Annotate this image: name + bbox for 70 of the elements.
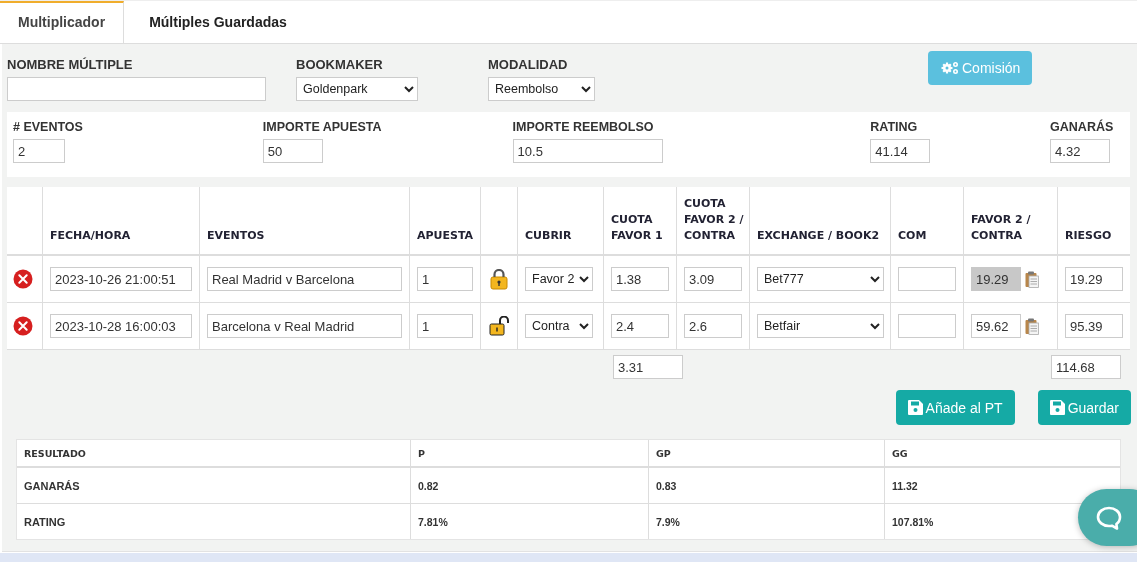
tab[interactable]: Multiplicador: [0, 1, 125, 43]
field-label: RATING: [870, 120, 919, 136]
table-cell: 107.81%: [892, 515, 934, 528]
column-header: CUOTA FAVOR 2 / CONTRA: [684, 196, 745, 244]
select-field[interactable]: Contra: [525, 314, 593, 338]
input-field[interactable]: 114.68: [1051, 355, 1121, 379]
column-header: EVENTOS: [207, 228, 265, 244]
field-label: BOOKMAKER: [296, 57, 384, 74]
input-field[interactable]: [898, 314, 956, 338]
input-field[interactable]: 1.38: [611, 267, 669, 291]
column-header: CUOTA FAVOR 1: [611, 212, 664, 244]
unlocked-lock-icon[interactable]: [489, 315, 509, 337]
chat-button[interactable]: [1078, 489, 1137, 546]
column-header: CUBRIR: [525, 228, 572, 244]
gears-icon: [941, 61, 959, 75]
select-field[interactable]: Reembolso: [488, 77, 595, 101]
delete-button[interactable]: [13, 316, 33, 336]
input-field[interactable]: 4.32: [1050, 139, 1111, 163]
input-field[interactable]: Real Madrid v Barcelona: [207, 267, 402, 291]
table-cell: 7.81%: [418, 515, 448, 528]
input-field[interactable]: 10.5: [512, 139, 663, 163]
table-cell: 0.82: [418, 479, 439, 492]
input-field[interactable]: 1: [417, 267, 473, 291]
delete-button[interactable]: [13, 269, 33, 289]
row-label: RATING: [24, 515, 66, 528]
column-header: P: [418, 447, 425, 459]
lock-icon[interactable]: [490, 268, 508, 290]
table-cell: 0.83: [656, 479, 677, 492]
field-label: GANARÁS: [1050, 120, 1115, 136]
input-field[interactable]: 2.4: [611, 314, 669, 338]
column-header: APUESTA: [417, 228, 474, 244]
column-header: COM: [898, 228, 927, 244]
select-field[interactable]: Bet777: [757, 267, 884, 291]
select-field[interactable]: Goldenpark: [296, 77, 418, 101]
input-field[interactable]: 19.29: [1065, 267, 1123, 291]
input-field[interactable]: 59.62: [971, 314, 1021, 338]
column-header: RIESGO: [1065, 228, 1112, 244]
field-label: NOMBRE MÚLTIPLE: [7, 57, 134, 74]
field-label: # EVENTOS: [13, 120, 84, 136]
clipboard-button[interactable]: [1025, 270, 1039, 288]
column-header: FAVOR 2 / CONTRA: [971, 212, 1032, 244]
field-label: IMPORTE APUESTA: [262, 120, 383, 136]
column-header: GG: [892, 447, 908, 459]
field-label: MODALIDAD: [488, 57, 569, 74]
input-field[interactable]: [898, 267, 956, 291]
table-cell: 11.32: [892, 479, 918, 492]
select-field[interactable]: Favor 2: [525, 267, 593, 291]
row-label: GANARÁS: [24, 479, 80, 492]
clipboard-button[interactable]: [1025, 317, 1039, 335]
input-field[interactable]: [7, 77, 266, 101]
input-field[interactable]: 3.09: [684, 267, 742, 291]
input-field[interactable]: 1: [417, 314, 473, 338]
tab[interactable]: Múltiples Guardadas: [124, 1, 312, 43]
input-field[interactable]: 3.31: [613, 355, 683, 379]
input-field[interactable]: 2023-10-28 16:00:03: [50, 314, 192, 338]
select-field[interactable]: Betfair: [757, 314, 884, 338]
input-field[interactable]: 50: [262, 139, 323, 163]
column-header: RESULTADO: [24, 447, 86, 459]
input-field[interactable]: 2023-10-26 21:00:51: [50, 267, 192, 291]
input-field[interactable]: 2.6: [684, 314, 742, 338]
chat-bubble-icon: [1096, 505, 1122, 530]
input-field[interactable]: 95.39: [1065, 314, 1123, 338]
field-label: IMPORTE REEMBOLSO: [512, 120, 655, 136]
column-header: EXCHANGE / BOOK2: [757, 228, 880, 244]
input-field[interactable]: 2: [13, 139, 65, 163]
input-field[interactable]: Barcelona v Real Madrid: [207, 314, 402, 338]
column-header: FECHA/HORA: [50, 228, 131, 244]
column-header: GP: [656, 447, 671, 459]
input-field[interactable]: 41.14: [870, 139, 931, 163]
table-cell: 7.9%: [656, 515, 680, 528]
